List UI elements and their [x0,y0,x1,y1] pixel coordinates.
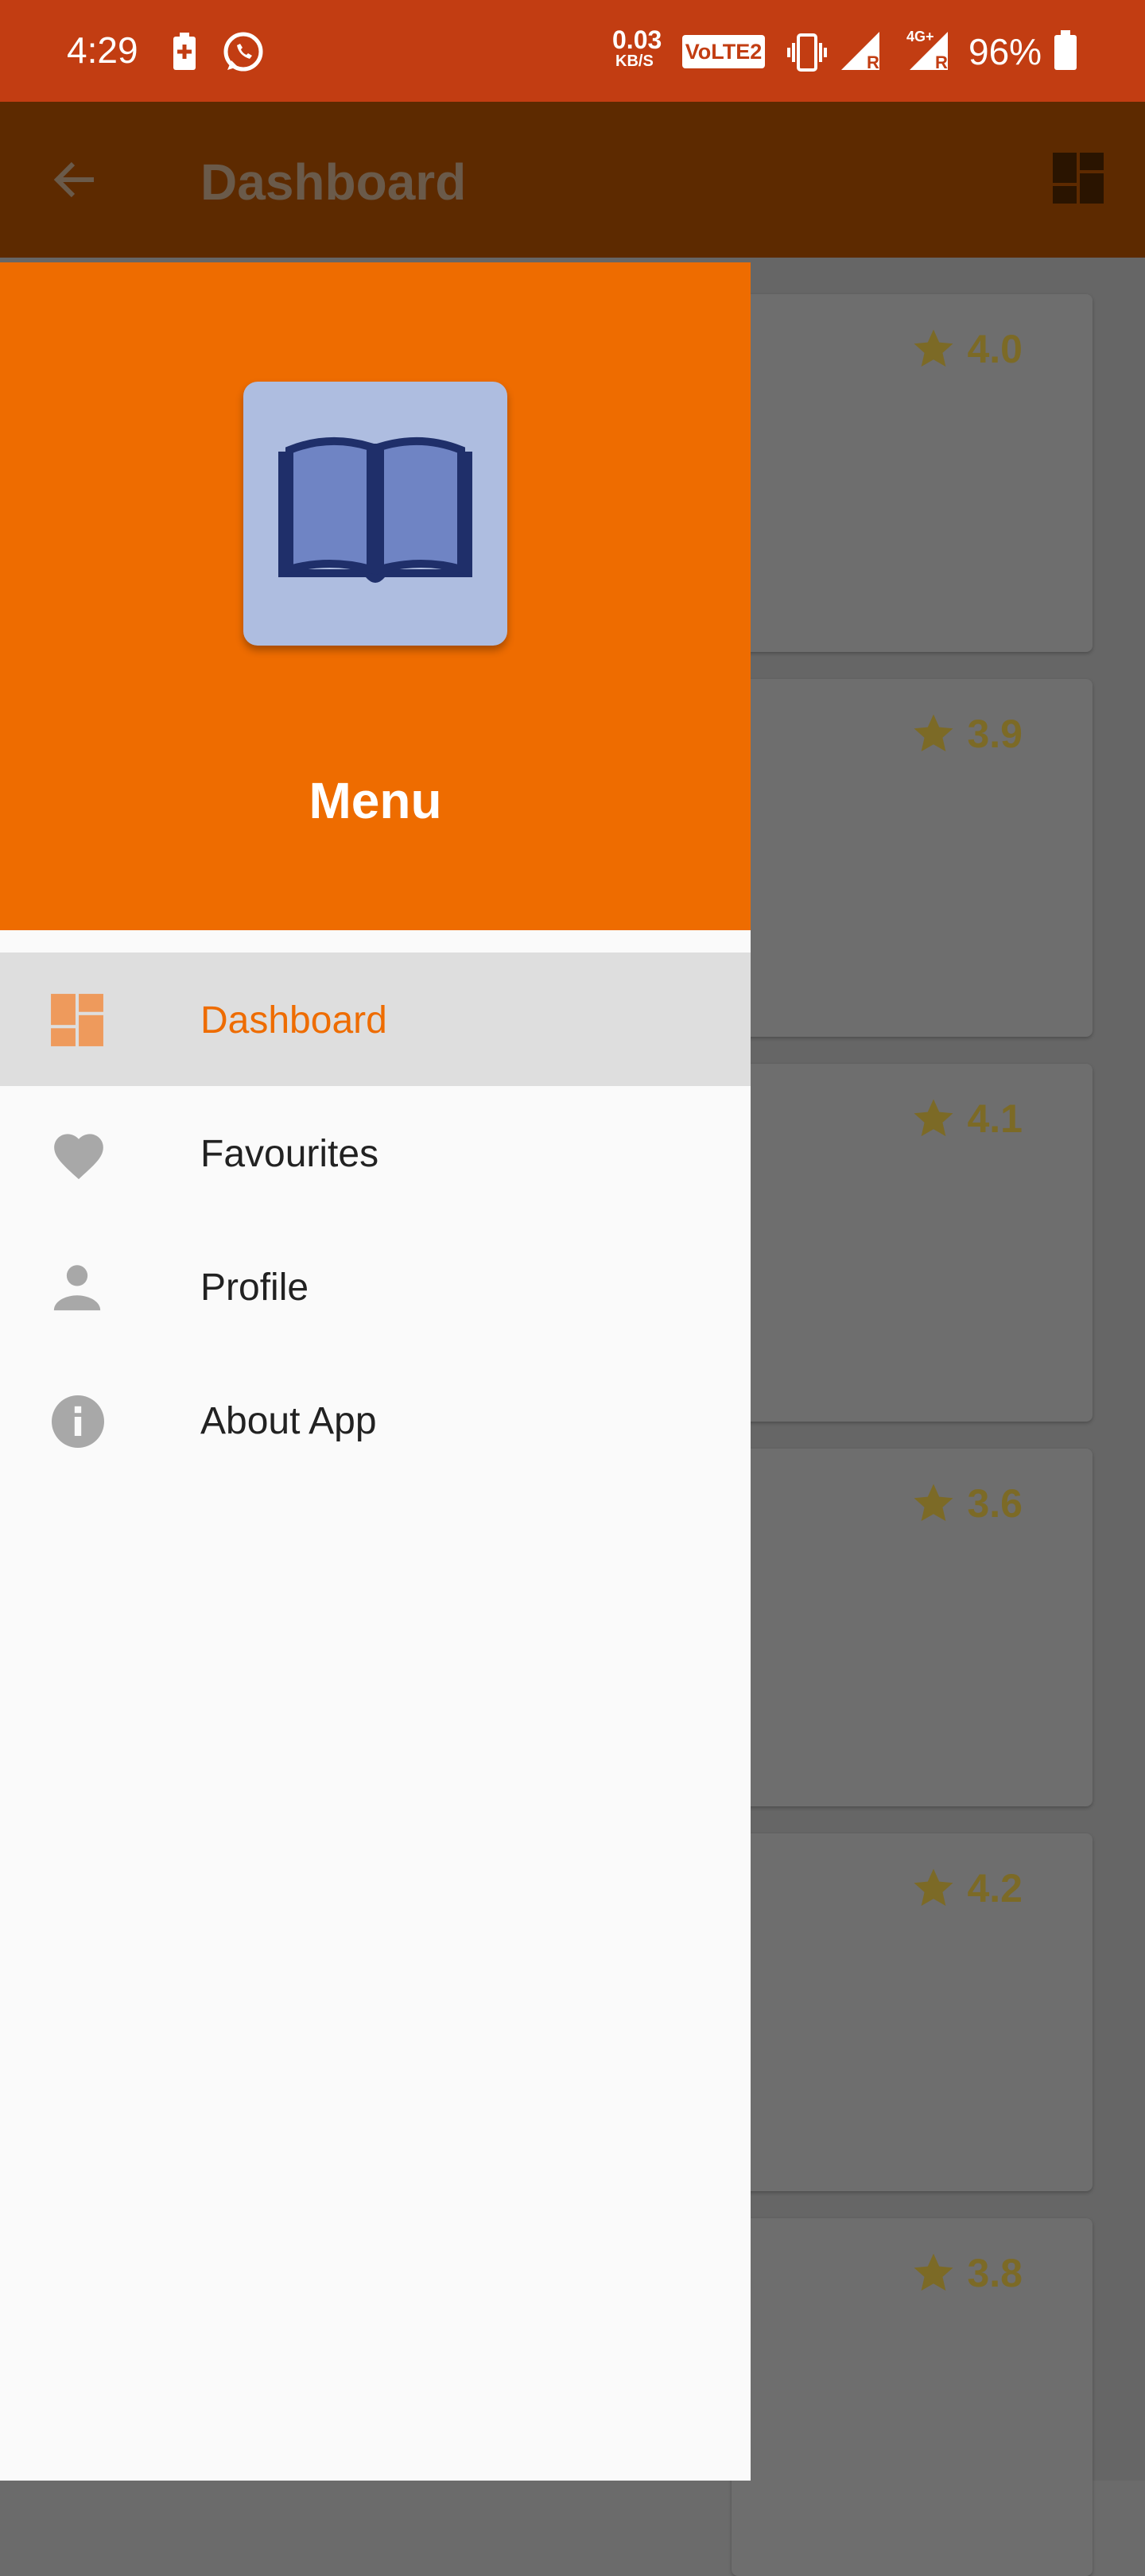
nav-item-label: Dashboard [200,999,387,1042]
app-bar: Dashboard [0,102,1145,258]
net-speed-value: 0.03 [612,25,662,54]
open-book-icon [278,436,472,583]
star-icon [914,329,953,367]
rating-value: 4.2 [967,1866,1023,1911]
rating-value: 3.9 [967,712,1023,756]
book-card[interactable]: 3.8 [732,2218,1093,2576]
star-icon [914,714,953,752]
roaming-r-2: R [935,52,948,72]
navigation-drawer: Menu Dashboard Favourites Profile About … [0,262,751,2481]
nav-item-about-app[interactable]: About App [0,1353,751,1487]
nav-item-label: About App [200,1400,377,1442]
drawer-title: Menu [309,772,442,829]
star-icon [914,2253,953,2291]
star-icon [914,1868,953,1907]
book-card[interactable]: 4.2 [732,1833,1093,2191]
net-speed-unit: KB/S [615,52,654,70]
back-arrow-icon[interactable] [49,154,100,209]
star-icon [914,1099,953,1137]
status-time: 4:29 [67,29,138,71]
book-rating: 4.2 [911,1865,1023,1911]
rating-value: 4.0 [967,327,1023,371]
battery-saver-icon [172,32,197,76]
nav-item-label: Profile [200,1267,309,1309]
info-icon [49,1393,105,1449]
dashboard-icon [49,992,105,1048]
book-card[interactable]: 3.9 [732,679,1093,1037]
rating-value: 3.8 [967,2251,1023,2295]
book-card[interactable]: 4.0 [732,294,1093,652]
drawer-header: Menu [0,262,751,930]
nav-item-favourites[interactable]: Favourites [0,1086,751,1220]
volte-badge: VoLTE2 [682,35,765,68]
nav-item-label: Favourites [200,1133,379,1175]
book-rating: 4.1 [911,1096,1023,1142]
rating-value: 3.6 [967,1481,1023,1526]
dashboard-icon[interactable] [1051,151,1105,209]
nav-item-dashboard[interactable]: Dashboard [0,952,751,1086]
person-icon [49,1259,105,1315]
book-rating: 4.0 [911,326,1023,372]
page-title: Dashboard [200,153,467,211]
rating-value: 4.1 [967,1096,1023,1141]
book-rating: 3.8 [911,2250,1023,2296]
book-card[interactable]: 3.6 [732,1449,1093,1806]
vibrate-icon [787,32,827,77]
whatsapp-icon [221,30,266,79]
battery-percent: 96% [968,31,1042,72]
star-icon [914,1484,953,1522]
roaming-r-1: R [867,52,879,72]
book-rating: 3.6 [911,1480,1023,1527]
heart-icon [49,1126,105,1181]
status-bar: 4:29 0.03 KB/S VoLTE2 R 4G+ R 96% [0,0,1145,102]
book-card[interactable]: 4.1 [732,1064,1093,1422]
battery-icon [1053,29,1078,76]
app-logo [243,382,507,646]
book-rating: 3.9 [911,711,1023,757]
nav-item-profile[interactable]: Profile [0,1220,751,1353]
